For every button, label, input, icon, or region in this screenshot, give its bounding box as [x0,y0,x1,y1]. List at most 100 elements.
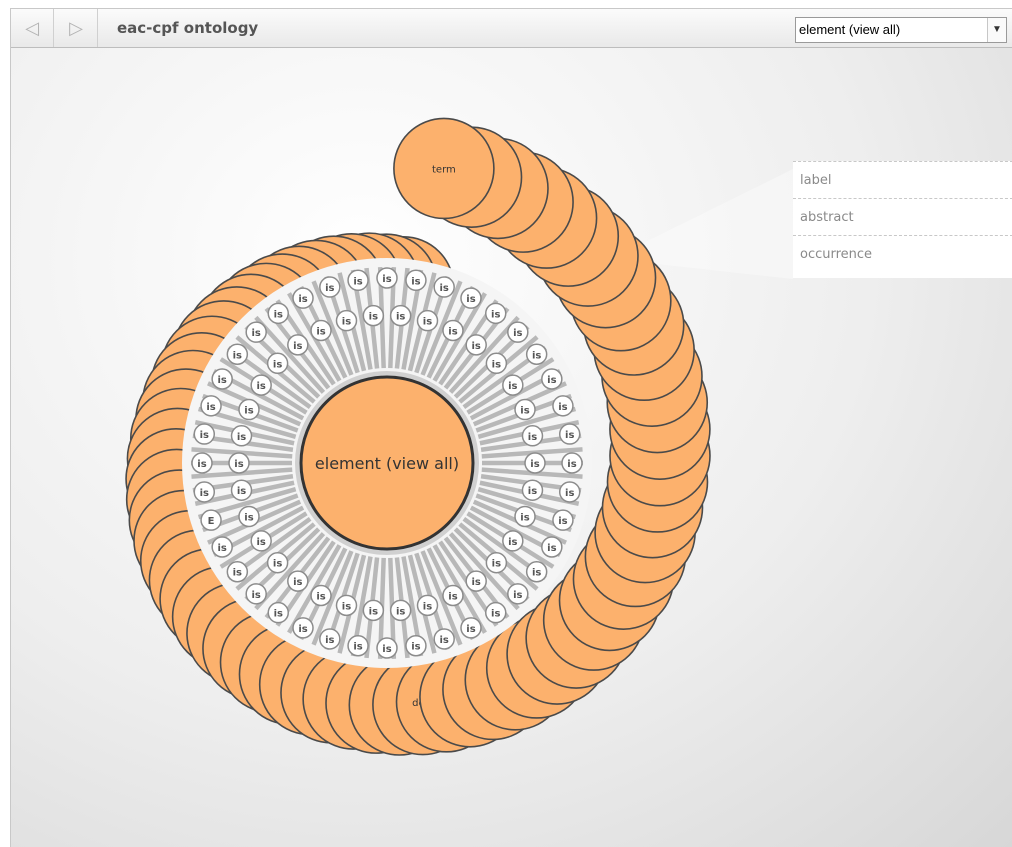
relation-badge[interactable]: is [433,276,455,298]
relation-badge[interactable]: is [502,530,524,552]
relation-badge-label: is [508,381,517,392]
relation-badge-label: is [197,459,206,470]
relation-badge[interactable]: is [267,302,290,325]
relation-badge[interactable]: is [507,583,529,605]
relation-badge[interactable]: is [376,267,398,289]
relation-badge[interactable]: is [514,505,536,528]
relation-badge[interactable]: is [521,425,544,447]
relation-badge[interactable]: is [238,505,260,528]
relation-badge[interactable]: is [211,536,233,558]
relation-badge[interactable]: is [561,452,583,474]
relation-badge-label: is [528,486,537,497]
relation-badge[interactable]: is [376,637,398,659]
relation-badge[interactable]: is [525,343,548,366]
relation-badge[interactable]: is [310,584,332,607]
relation-badge[interactable]: is [226,560,249,583]
relation-badge[interactable]: is [502,374,524,396]
relation-badge[interactable]: is [484,601,507,624]
relation-badge[interactable]: is [245,583,267,605]
relation-badge[interactable]: is [193,481,216,503]
relation-badge[interactable]: is [310,319,332,342]
relation-badge[interactable]: is [416,309,439,332]
relation-badge[interactable]: is [521,479,544,501]
topic-select[interactable]: element (view all) ▼ [795,17,1007,43]
relation-badge[interactable]: is [442,584,464,607]
relation-badge[interactable]: is [558,423,581,445]
relation-badge[interactable]: is [347,269,369,292]
relation-badge[interactable]: is [541,536,563,558]
relation-badge[interactable]: is [238,398,260,421]
relation-badge[interactable]: is [389,304,412,327]
relation-badge[interactable]: is [193,423,216,445]
relation-badge[interactable]: is [389,599,412,622]
relation-badge-label: is [273,359,282,370]
relation-badge[interactable]: is [442,319,464,342]
relation-badge[interactable]: is [514,398,536,421]
relation-badge[interactable]: is [405,269,427,292]
relation-badge[interactable]: is [552,509,574,531]
relation-badge[interactable]: is [484,302,507,325]
back-button[interactable]: ◁ [11,9,54,47]
center-node[interactable]: element (view all) [295,371,479,555]
relation-badge[interactable]: is [541,368,563,390]
relation-badge[interactable]: is [319,628,341,650]
relation-badge[interactable]: is [250,374,272,396]
relation-badge[interactable]: is [287,334,309,356]
relation-badge[interactable]: is [266,551,289,574]
relation-badge[interactable]: is [485,551,508,574]
relation-badge[interactable]: is [335,309,358,332]
chevron-down-icon[interactable]: ▼ [987,18,1006,42]
relation-badge-label: is [558,516,567,527]
relation-badge[interactable]: is [200,395,222,417]
relation-badge[interactable]: is [211,368,233,390]
topic-node[interactable]: term [393,117,495,220]
relation-badge[interactable]: is [460,287,482,309]
relation-badge[interactable]: is [319,276,341,298]
relation-badge[interactable]: is [485,352,508,375]
relation-badge[interactable]: is [460,617,482,639]
relation-badge[interactable]: is [507,321,529,343]
relation-badge[interactable]: is [552,395,574,417]
relation-badge[interactable]: is [362,599,385,622]
relation-badge-label: is [244,406,253,417]
relation-badge-label: is [448,327,457,338]
info-row-label[interactable]: label [793,161,1012,198]
relation-badge[interactable]: is [267,601,290,624]
relation-badge[interactable]: is [292,617,314,639]
relation-badge[interactable]: is [525,560,548,583]
relation-badge[interactable]: is [465,570,487,592]
relation-badge[interactable]: is [416,594,439,617]
relation-badge[interactable]: is [558,481,581,503]
relation-badge[interactable]: is [228,452,250,474]
relation-badge[interactable]: is [405,634,427,657]
triangle-right-icon: ▷ [69,17,83,39]
relation-badge[interactable]: is [230,479,253,501]
info-row-occurrence[interactable]: occurrence [793,235,1012,272]
relation-badge[interactable]: is [347,634,369,657]
relation-badge[interactable]: is [433,628,455,650]
relation-badge[interactable]: is [524,452,546,474]
relation-badge[interactable]: is [230,425,253,447]
relation-badge[interactable]: is [292,287,314,309]
relation-badge-label: is [466,294,475,305]
forward-button[interactable]: ▷ [55,9,98,47]
relation-badge-label: is [439,635,448,646]
relation-badge-label: is [466,624,475,635]
relation-badge-label: E [208,516,215,527]
relation-badge[interactable]: E [200,509,222,531]
relation-badge[interactable]: is [245,321,267,343]
info-row-abstract[interactable]: abstract [793,198,1012,235]
relation-badge-label: is [342,317,351,328]
relation-badge[interactable]: is [250,530,272,552]
relation-badge-label: is [298,294,307,305]
relation-badge[interactable]: is [335,594,358,617]
ontology-graph-canvas[interactable]: yymaintersonoibeencocudobjmulnamobjenama… [11,9,1012,847]
relation-badge[interactable]: is [465,334,487,356]
relation-badge-label: is [565,430,574,441]
center-node-label: element (view all) [315,454,459,473]
relation-badge[interactable]: is [287,570,309,592]
relation-badge[interactable]: is [362,304,385,327]
relation-badge[interactable]: is [266,352,289,375]
relation-badge[interactable]: is [191,452,213,474]
relation-badge[interactable]: is [226,343,249,366]
